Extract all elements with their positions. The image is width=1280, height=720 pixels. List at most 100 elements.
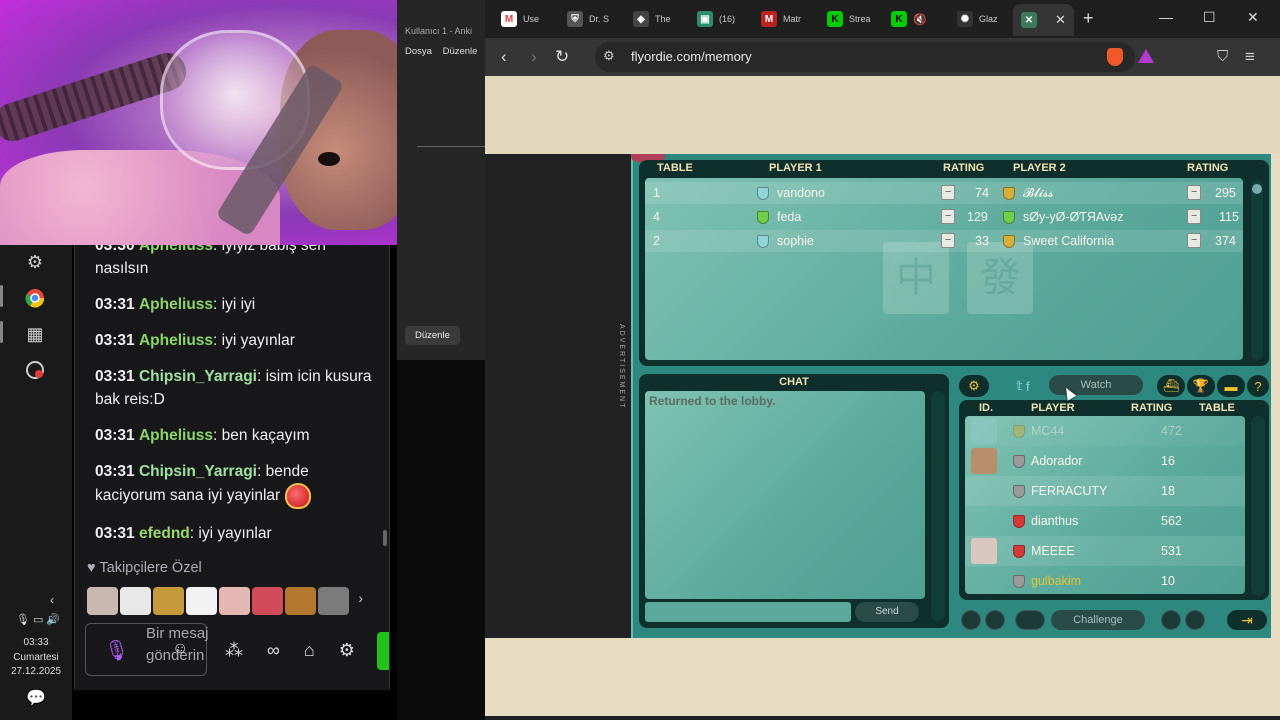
twitter-icon[interactable]: 𝕥 xyxy=(1016,378,1022,394)
player-row[interactable]: MC44 472 xyxy=(965,416,1245,446)
player1-name[interactable]: sophie xyxy=(777,234,814,248)
player-row[interactable]: gulbakim 10 xyxy=(965,566,1245,594)
menu-item-file[interactable]: Dosya xyxy=(405,46,432,57)
player-name[interactable]: Adorador xyxy=(1031,454,1082,468)
minus-icon[interactable]: − xyxy=(1187,185,1201,200)
infinity-icon[interactable]: ∞ xyxy=(267,640,280,661)
address-bar[interactable]: ⚙ flyordie.com/memory ⇪ xyxy=(595,42,1135,72)
player-name[interactable]: FERRACUTY xyxy=(1031,484,1107,498)
back-icon[interactable]: ‹ xyxy=(501,47,507,67)
settings-gear-icon[interactable]: ⚙ xyxy=(959,375,989,397)
game-chat-input[interactable] xyxy=(645,602,851,622)
menu-icon[interactable]: ≡ xyxy=(1245,47,1255,67)
message-user[interactable]: Apheliuss xyxy=(139,332,213,349)
chrome-icon[interactable] xyxy=(22,285,48,311)
minimize-button[interactable]: — xyxy=(1159,9,1173,25)
tab[interactable]: ✺ Glaz xyxy=(957,6,998,32)
edit-button[interactable]: Düzenle xyxy=(405,326,460,345)
scroll-thumb[interactable] xyxy=(1252,184,1262,194)
obs-icon[interactable] xyxy=(22,357,48,383)
emote-cat-icon[interactable] xyxy=(120,587,151,615)
brave-rewards-icon[interactable] xyxy=(1138,49,1154,63)
player-name[interactable]: MC44 xyxy=(1031,424,1064,438)
tab[interactable]: M Matr xyxy=(761,6,801,32)
url-text[interactable]: flyordie.com/memory xyxy=(631,49,752,64)
message-user[interactable]: Apheliuss xyxy=(139,427,213,444)
player2-name[interactable]: 𝓑𝓵𝓲𝓼𝓼 xyxy=(1023,186,1054,201)
trophy-icon[interactable]: 🏆 xyxy=(1187,375,1215,397)
player-row[interactable]: FERRACUTY 18 xyxy=(965,476,1245,506)
minus-icon[interactable]: − xyxy=(1187,209,1201,224)
emote-hearts-icon[interactable] xyxy=(252,587,283,615)
tab[interactable]: ⛨ Dr. S xyxy=(567,6,609,32)
help-icon[interactable]: ? xyxy=(1247,375,1269,397)
table-row[interactable]: 4 feda − 129 sØy-yØ-ØƬЯAvəz − 115 xyxy=(645,206,1243,228)
table-row[interactable]: 1 vandono − 74 𝓑𝓵𝓲𝓼𝓼 − 295 xyxy=(645,182,1243,204)
settings-icon[interactable]: ⚙ xyxy=(339,640,355,661)
player1-name[interactable]: feda xyxy=(777,210,801,224)
calculator-icon[interactable]: ▦ xyxy=(22,321,48,347)
challenge-button[interactable]: Challenge xyxy=(1051,610,1145,630)
tray-icons[interactable]: 🎙▭🔊 xyxy=(16,613,63,626)
option-icon[interactable] xyxy=(1185,610,1205,630)
microphone-icon[interactable]: 🎙 xyxy=(104,638,129,663)
new-tab-button[interactable]: + xyxy=(1083,8,1094,29)
chat-input[interactable]: 🎙 Bir mesaj gönderin ☺ xyxy=(85,623,209,676)
player-name[interactable]: dianthus xyxy=(1031,514,1078,528)
minus-icon[interactable]: − xyxy=(941,233,955,248)
emote-dog-icon[interactable] xyxy=(153,587,184,615)
vpn-shield-icon[interactable]: ⛉ xyxy=(1217,48,1228,65)
tab[interactable]: ◈ The xyxy=(633,6,671,32)
option-icon[interactable] xyxy=(1161,610,1181,630)
message-user[interactable]: Apheliuss xyxy=(139,296,213,313)
emote-cat-icon[interactable] xyxy=(87,587,118,615)
send-button[interactable]: Send xyxy=(855,602,919,622)
chevron-left-icon[interactable]: ‹ xyxy=(50,593,54,607)
message-user[interactable]: Chipsin_Yarragi xyxy=(139,368,257,385)
player2-name[interactable]: sØy-yØ-ØƬЯAvəz xyxy=(1023,210,1123,224)
players-scrollbar[interactable] xyxy=(1251,416,1265,596)
facebook-icon[interactable]: f xyxy=(1026,379,1030,394)
maximize-button[interactable]: ☐ xyxy=(1203,9,1216,26)
minus-icon[interactable]: − xyxy=(941,185,955,200)
player-row[interactable]: dianthus 562 xyxy=(965,506,1245,536)
emote-cat-icon[interactable] xyxy=(318,587,349,615)
gear-icon[interactable]: ⚙ xyxy=(22,249,48,275)
tab[interactable]: M Use xyxy=(501,6,539,32)
bits-icon[interactable]: ⁂ xyxy=(225,640,243,661)
brave-shields-icon[interactable] xyxy=(1107,48,1123,66)
minus-icon[interactable]: − xyxy=(1187,233,1201,248)
forward-icon[interactable]: › xyxy=(531,47,537,67)
player1-name[interactable]: vandono xyxy=(777,186,825,200)
tables-scrollbar[interactable] xyxy=(1251,180,1263,360)
message-user[interactable]: Chipsin_Yarragi xyxy=(139,463,257,480)
tab[interactable]: K Strea xyxy=(827,6,871,32)
player-name[interactable]: gulbakim xyxy=(1031,574,1081,588)
player-row[interactable]: Adorador 16 xyxy=(965,446,1245,476)
player-row[interactable]: MEEEE 531 xyxy=(965,536,1245,566)
chat-send-button[interactable] xyxy=(377,632,389,670)
profile-icon[interactable] xyxy=(985,610,1005,630)
emoji-icon[interactable]: ☺ xyxy=(172,640,188,658)
chat-bubble-icon[interactable]: ▬ xyxy=(1217,375,1245,397)
ship-icon[interactable]: ⛴ xyxy=(1157,375,1185,397)
emote-cat-icon[interactable] xyxy=(186,587,217,615)
menu-item-edit[interactable]: Düzenle xyxy=(443,46,478,57)
emote-cat-icon[interactable] xyxy=(285,587,316,615)
tab[interactable]: K 🔇 xyxy=(891,6,927,32)
site-settings-icon[interactable]: ⚙ xyxy=(603,48,615,64)
message-user[interactable]: efednd xyxy=(139,525,190,542)
minus-icon[interactable]: − xyxy=(941,209,955,224)
notification-icon[interactable]: 💬 xyxy=(26,688,46,708)
social-icons[interactable]: 𝕥 f xyxy=(1003,375,1043,397)
chevron-right-icon[interactable]: › xyxy=(358,590,363,606)
muted-icon[interactable]: 🔇 xyxy=(913,13,927,26)
store-icon[interactable]: ⌂ xyxy=(304,640,315,661)
invite-icon[interactable] xyxy=(1015,610,1045,630)
emote-cat-icon[interactable] xyxy=(219,587,250,615)
tab[interactable]: ▣ (16) xyxy=(697,6,735,32)
chat-scrollbar[interactable] xyxy=(383,530,387,546)
tab-active[interactable]: ✕ ✕ xyxy=(1013,4,1074,36)
close-window-button[interactable]: ✕ xyxy=(1247,9,1259,26)
player2-name[interactable]: Sweet California xyxy=(1023,234,1114,248)
